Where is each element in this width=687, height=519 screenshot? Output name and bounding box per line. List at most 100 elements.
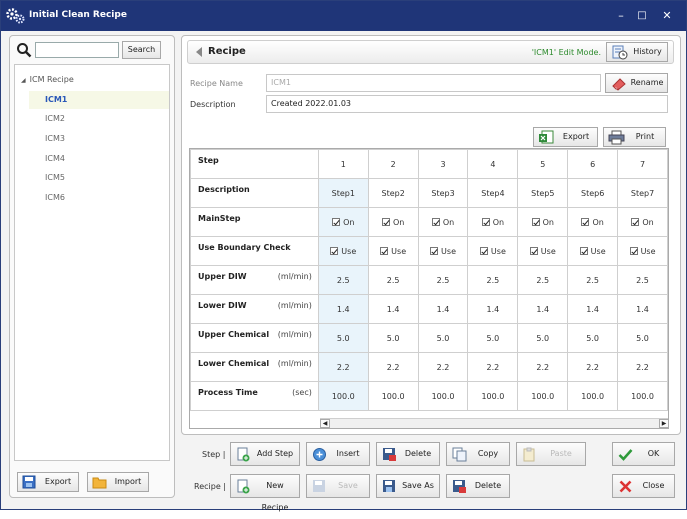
rename-button[interactable]: Rename [605, 73, 668, 93]
grid-cell-step-number-1[interactable]: 1 [317, 149, 369, 179]
tree-item-icm1[interactable]: ICM1 [29, 91, 169, 109]
tree-item-icm2[interactable]: ICM2 [29, 110, 169, 128]
grid-cell-upper-diw-2[interactable]: 2.5 [367, 265, 419, 295]
grid-cell-description-4[interactable]: Step4 [467, 178, 519, 208]
description-field[interactable]: Created 2022.01.03 [266, 95, 668, 113]
grid-cell-boundary-check-3[interactable]: Use [417, 236, 469, 266]
grid-cell-lower-chemical-4[interactable]: 2.2 [467, 352, 519, 382]
grid-cell-lower-diw-5[interactable]: 1.4 [517, 294, 569, 324]
checkbox[interactable] [529, 246, 538, 255]
grid-cell-process-time-5[interactable]: 100.0 [517, 381, 569, 411]
grid-cell-main-step-2[interactable]: On [367, 207, 419, 237]
tree-item-icm4[interactable]: ICM4 [29, 150, 169, 168]
grid-cell-description-2[interactable]: Step2 [367, 178, 419, 208]
checkbox[interactable] [579, 246, 588, 255]
grid-cell-step-number-3[interactable]: 3 [417, 149, 469, 179]
grid-cell-step-number-5[interactable]: 5 [517, 149, 569, 179]
grid-cell-upper-chemical-1[interactable]: 5.0 [317, 323, 369, 353]
tree-item-icm3[interactable]: ICM3 [29, 130, 169, 148]
grid-cell-lower-chemical-6[interactable]: 2.2 [567, 352, 619, 382]
grid-cell-description-6[interactable]: Step6 [567, 178, 619, 208]
back-arrow-icon[interactable] [194, 46, 204, 58]
grid-cell-process-time-7[interactable]: 100.0 [617, 381, 668, 411]
grid-cell-upper-chemical-5[interactable]: 5.0 [517, 323, 569, 353]
grid-cell-description-7[interactable]: Step7 [617, 178, 668, 208]
grid-cell-description-5[interactable]: Step5 [517, 178, 569, 208]
checkbox[interactable] [380, 246, 389, 255]
grid-cell-step-number-2[interactable]: 2 [367, 149, 419, 179]
grid-cell-lower-chemical-3[interactable]: 2.2 [417, 352, 469, 382]
tree-item-icm6[interactable]: ICM6 [29, 189, 169, 207]
scroll-right-icon[interactable]: ▶ [659, 419, 668, 428]
grid-cell-lower-diw-7[interactable]: 1.4 [617, 294, 668, 324]
grid-cell-upper-diw-5[interactable]: 2.5 [517, 265, 569, 295]
checkbox[interactable] [431, 217, 440, 226]
grid-cell-lower-diw-2[interactable]: 1.4 [367, 294, 419, 324]
save-button[interactable]: Save [306, 474, 370, 498]
checkbox[interactable] [479, 246, 488, 255]
grid-cell-process-time-1[interactable]: 100.0 [317, 381, 369, 411]
grid-cell-main-step-3[interactable]: On [417, 207, 469, 237]
grid-cell-lower-diw-1[interactable]: 1.4 [317, 294, 369, 324]
insert-step-button[interactable]: Insert [306, 442, 370, 466]
grid-cell-upper-chemical-6[interactable]: 5.0 [567, 323, 619, 353]
grid-cell-upper-chemical-4[interactable]: 5.0 [467, 323, 519, 353]
grid-cell-process-time-3[interactable]: 100.0 [417, 381, 469, 411]
grid-cell-main-step-5[interactable]: On [517, 207, 569, 237]
scroll-left-icon[interactable]: ◀ [320, 419, 330, 428]
grid-cell-main-step-7[interactable]: On [617, 207, 668, 237]
close-button[interactable]: Close [612, 474, 675, 498]
maximize-button[interactable]: □ [632, 7, 652, 25]
print-button[interactable]: Print [603, 127, 666, 147]
grid-cell-lower-diw-4[interactable]: 1.4 [467, 294, 519, 324]
delete-step-button[interactable]: Delete [376, 442, 440, 466]
grid-cell-process-time-4[interactable]: 100.0 [467, 381, 519, 411]
grid-cell-boundary-check-5[interactable]: Use [517, 236, 569, 266]
grid-cell-process-time-2[interactable]: 100.0 [367, 381, 419, 411]
close-window-button[interactable]: ✕ [657, 7, 677, 25]
grid-cell-upper-diw-3[interactable]: 2.5 [417, 265, 469, 295]
checkbox[interactable] [332, 217, 341, 226]
history-button[interactable]: History [606, 42, 668, 62]
grid-cell-upper-diw-1[interactable]: 2.5 [317, 265, 369, 295]
checkbox[interactable] [581, 217, 590, 226]
grid-cell-description-1[interactable]: Step1 [317, 178, 369, 208]
grid-cell-lower-chemical-1[interactable]: 2.2 [317, 352, 369, 382]
checkbox[interactable] [330, 246, 339, 255]
paste-step-button[interactable]: Paste [516, 442, 586, 466]
new-recipe-button[interactable]: New Recipe [230, 474, 300, 512]
grid-cell-main-step-1[interactable]: On [317, 207, 369, 237]
export-list-button[interactable]: Export [17, 472, 79, 492]
copy-step-button[interactable]: Copy [446, 442, 510, 466]
export-grid-button[interactable]: Export [533, 127, 598, 147]
checkbox[interactable] [430, 246, 439, 255]
grid-cell-process-time-6[interactable]: 100.0 [567, 381, 619, 411]
delete-recipe-button[interactable]: Delete [446, 474, 510, 498]
grid-cell-upper-chemical-3[interactable]: 5.0 [417, 323, 469, 353]
grid-cell-step-number-7[interactable]: 7 [617, 149, 668, 179]
minimize-button[interactable]: – [611, 7, 631, 25]
ok-button[interactable]: OK [612, 442, 675, 466]
grid-cell-upper-chemical-2[interactable]: 5.0 [367, 323, 419, 353]
grid-cell-boundary-check-2[interactable]: Use [367, 236, 419, 266]
grid-cell-lower-chemical-7[interactable]: 2.2 [617, 352, 668, 382]
recipe-name-field[interactable]: ICM1 [266, 74, 601, 92]
grid-cell-upper-diw-7[interactable]: 2.5 [617, 265, 668, 295]
add-step-button[interactable]: Add Step [230, 442, 300, 466]
grid-cell-boundary-check-1[interactable]: Use [317, 236, 369, 266]
horizontal-scrollbar[interactable]: ◀ ▶ [320, 418, 668, 428]
grid-cell-step-number-6[interactable]: 6 [567, 149, 619, 179]
checkbox[interactable] [629, 246, 638, 255]
import-list-button[interactable]: Import [87, 472, 149, 492]
grid-cell-lower-diw-3[interactable]: 1.4 [417, 294, 469, 324]
grid-cell-lower-chemical-2[interactable]: 2.2 [367, 352, 419, 382]
grid-cell-boundary-check-4[interactable]: Use [467, 236, 519, 266]
tree-root[interactable]: ◢ ICM Recipe [21, 75, 74, 84]
search-button[interactable]: Search [122, 41, 161, 59]
search-input[interactable] [35, 42, 119, 58]
grid-cell-lower-diw-6[interactable]: 1.4 [567, 294, 619, 324]
grid-cell-lower-chemical-5[interactable]: 2.2 [517, 352, 569, 382]
grid-cell-upper-diw-6[interactable]: 2.5 [567, 265, 619, 295]
grid-cell-main-step-6[interactable]: On [567, 207, 619, 237]
grid-cell-boundary-check-6[interactable]: Use [567, 236, 619, 266]
